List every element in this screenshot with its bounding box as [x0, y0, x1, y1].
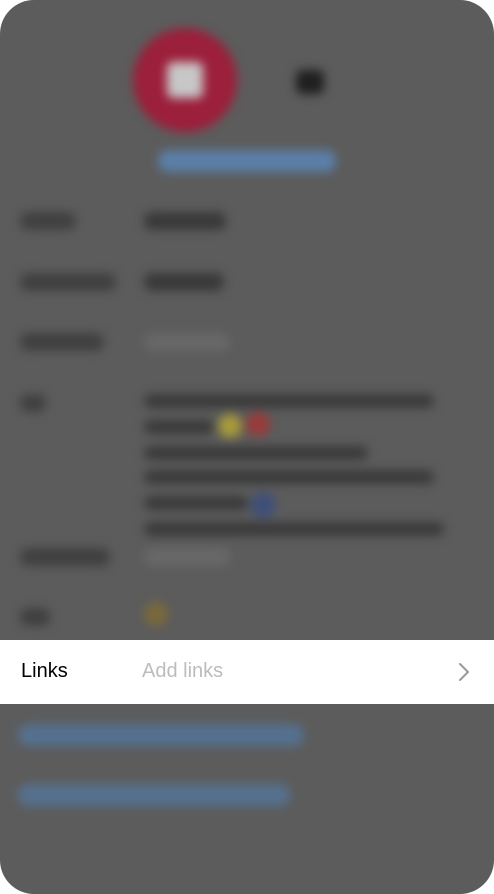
edit-photo-link [158, 150, 336, 172]
camera-icon [296, 70, 324, 94]
blurred-link [18, 784, 290, 806]
bio-line [144, 394, 434, 408]
field-value [144, 212, 226, 230]
field-label [20, 333, 104, 351]
bio-line [144, 496, 248, 510]
blurred-background [0, 0, 494, 894]
field-label [20, 394, 46, 412]
blurred-link [18, 724, 304, 746]
emoji [250, 492, 276, 518]
bio-line [144, 522, 444, 536]
emoji [218, 414, 242, 438]
field-value [144, 333, 230, 351]
field-value [144, 548, 230, 566]
emoji [144, 602, 168, 626]
bio-line [144, 420, 214, 434]
emoji [246, 412, 270, 436]
chevron-right-icon [459, 663, 469, 681]
bio-line [144, 446, 368, 460]
links-label: Links [21, 660, 68, 682]
links-row[interactable]: Links Add links [0, 640, 494, 704]
field-label [20, 608, 50, 626]
bio-line [144, 470, 434, 484]
avatar-glyph [167, 62, 203, 98]
field-label [20, 273, 116, 291]
add-links-placeholder: Add links [142, 660, 224, 682]
profile-edit-screen: Links Add links [0, 0, 494, 894]
field-label [20, 548, 110, 566]
field-label [20, 212, 76, 230]
avatar [133, 28, 237, 132]
field-value [144, 273, 224, 291]
